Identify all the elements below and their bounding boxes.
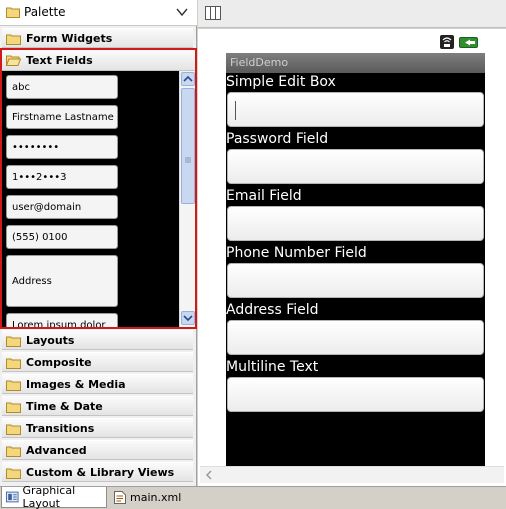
tab-graphical-layout[interactable]: Graphical Layout bbox=[1, 484, 107, 509]
label-email-field: Email Field bbox=[226, 188, 302, 204]
widget-email[interactable]: user@domain bbox=[6, 195, 118, 219]
category-label: Transitions bbox=[26, 422, 95, 435]
widget-phone[interactable]: (555) 0100 bbox=[6, 225, 118, 249]
layout-canvas: FieldDemo Simple Edit Box Password Field… bbox=[198, 29, 506, 486]
input-address-field[interactable] bbox=[227, 320, 484, 355]
text-fields-scrollbar[interactable] bbox=[179, 71, 195, 327]
folder-icon bbox=[6, 380, 21, 391]
category-label: Advanced bbox=[26, 444, 87, 457]
tab-main-xml[interactable]: main.xml bbox=[110, 487, 182, 508]
input-email-field[interactable] bbox=[227, 206, 484, 241]
label-phone-number-field: Phone Number Field bbox=[226, 245, 367, 261]
category-label: Layouts bbox=[26, 334, 75, 347]
widget-multiline[interactable]: Lorem ipsum dolor bbox=[6, 313, 118, 327]
label-simple-edit-box: Simple Edit Box bbox=[226, 74, 336, 90]
palette-title: Palette bbox=[24, 5, 66, 19]
layout-grid-icon[interactable] bbox=[205, 6, 221, 20]
category-time-date[interactable]: Time & Date bbox=[2, 396, 193, 416]
input-password-field[interactable] bbox=[227, 149, 484, 184]
category-composite[interactable]: Composite bbox=[2, 352, 193, 372]
folder-icon bbox=[6, 34, 21, 45]
category-images-media[interactable]: Images & Media bbox=[2, 374, 193, 394]
category-form-widgets[interactable]: Form Widgets bbox=[2, 28, 193, 48]
category-label: Composite bbox=[26, 356, 92, 369]
label-address-field: Address Field bbox=[226, 302, 319, 318]
text-fields-section: Text Fields abc Firstname Lastname •••••… bbox=[0, 48, 197, 329]
category-advanced[interactable]: Advanced bbox=[2, 440, 193, 460]
text-fields-list: abc Firstname Lastname •••••••• 1•••2•••… bbox=[2, 71, 179, 327]
chevron-down-icon bbox=[183, 315, 193, 322]
widget-password-numeric[interactable]: 1•••2•••3 bbox=[6, 165, 118, 189]
category-label: Form Widgets bbox=[26, 32, 113, 45]
device-status-bar bbox=[226, 31, 485, 53]
folder-icon bbox=[6, 424, 21, 435]
label-password-field: Password Field bbox=[226, 131, 329, 147]
tab-label: main.xml bbox=[130, 491, 182, 504]
scroll-up-button[interactable] bbox=[181, 72, 195, 86]
editor-tabs: Graphical Layout main.xml bbox=[0, 484, 506, 509]
battery-icon bbox=[459, 37, 478, 48]
widget-person-name[interactable]: Firstname Lastname bbox=[6, 105, 118, 129]
input-phone-number-field[interactable] bbox=[227, 263, 484, 298]
scroll-down-button[interactable] bbox=[181, 311, 195, 325]
folder-icon bbox=[6, 446, 21, 457]
widget-postal-address[interactable]: Address bbox=[6, 255, 118, 307]
canvas-horizontal-scrollbar[interactable] bbox=[200, 466, 504, 483]
xml-file-icon bbox=[114, 491, 126, 504]
canvas-toolbar bbox=[198, 0, 506, 28]
category-custom-library-views[interactable]: Custom & Library Views bbox=[2, 462, 193, 482]
tab-label: Graphical Layout bbox=[22, 484, 76, 509]
app-title: FieldDemo bbox=[230, 56, 289, 69]
category-transitions[interactable]: Transitions bbox=[2, 418, 193, 438]
folder-open-icon bbox=[6, 55, 21, 66]
folder-icon bbox=[6, 468, 21, 479]
grip-icon bbox=[185, 157, 191, 163]
input-multiline-text[interactable] bbox=[227, 377, 484, 412]
chevron-up-icon bbox=[183, 75, 193, 82]
palette-panel: Palette Form Widgets Text Fields abc Fir… bbox=[0, 0, 197, 486]
label-multiline-text: Multiline Text bbox=[226, 359, 319, 375]
scroll-thumb[interactable] bbox=[181, 88, 195, 204]
chevron-down-icon[interactable] bbox=[176, 7, 188, 17]
app-title-bar: FieldDemo bbox=[226, 53, 485, 73]
folder-icon bbox=[6, 7, 20, 18]
palette-header: Palette bbox=[0, 0, 197, 26]
device-screen: FieldDemo Simple Edit Box Password Field… bbox=[226, 31, 485, 466]
category-label: Time & Date bbox=[26, 400, 103, 413]
layout-icon bbox=[6, 491, 19, 503]
input-simple-edit-box[interactable] bbox=[227, 92, 484, 127]
category-label: Images & Media bbox=[26, 378, 126, 391]
category-layouts[interactable]: Layouts bbox=[2, 330, 193, 350]
signal-icon bbox=[440, 35, 454, 49]
folder-icon bbox=[6, 358, 21, 369]
folder-icon bbox=[6, 402, 21, 413]
chevron-left-icon[interactable] bbox=[203, 469, 215, 481]
folder-icon bbox=[6, 336, 21, 347]
widget-plain-text[interactable]: abc bbox=[6, 75, 118, 99]
widget-password[interactable]: •••••••• bbox=[6, 135, 118, 159]
text-caret bbox=[235, 101, 236, 120]
category-text-fields[interactable]: Text Fields bbox=[2, 50, 195, 71]
category-label: Text Fields bbox=[26, 54, 93, 67]
category-label: Custom & Library Views bbox=[26, 466, 175, 479]
